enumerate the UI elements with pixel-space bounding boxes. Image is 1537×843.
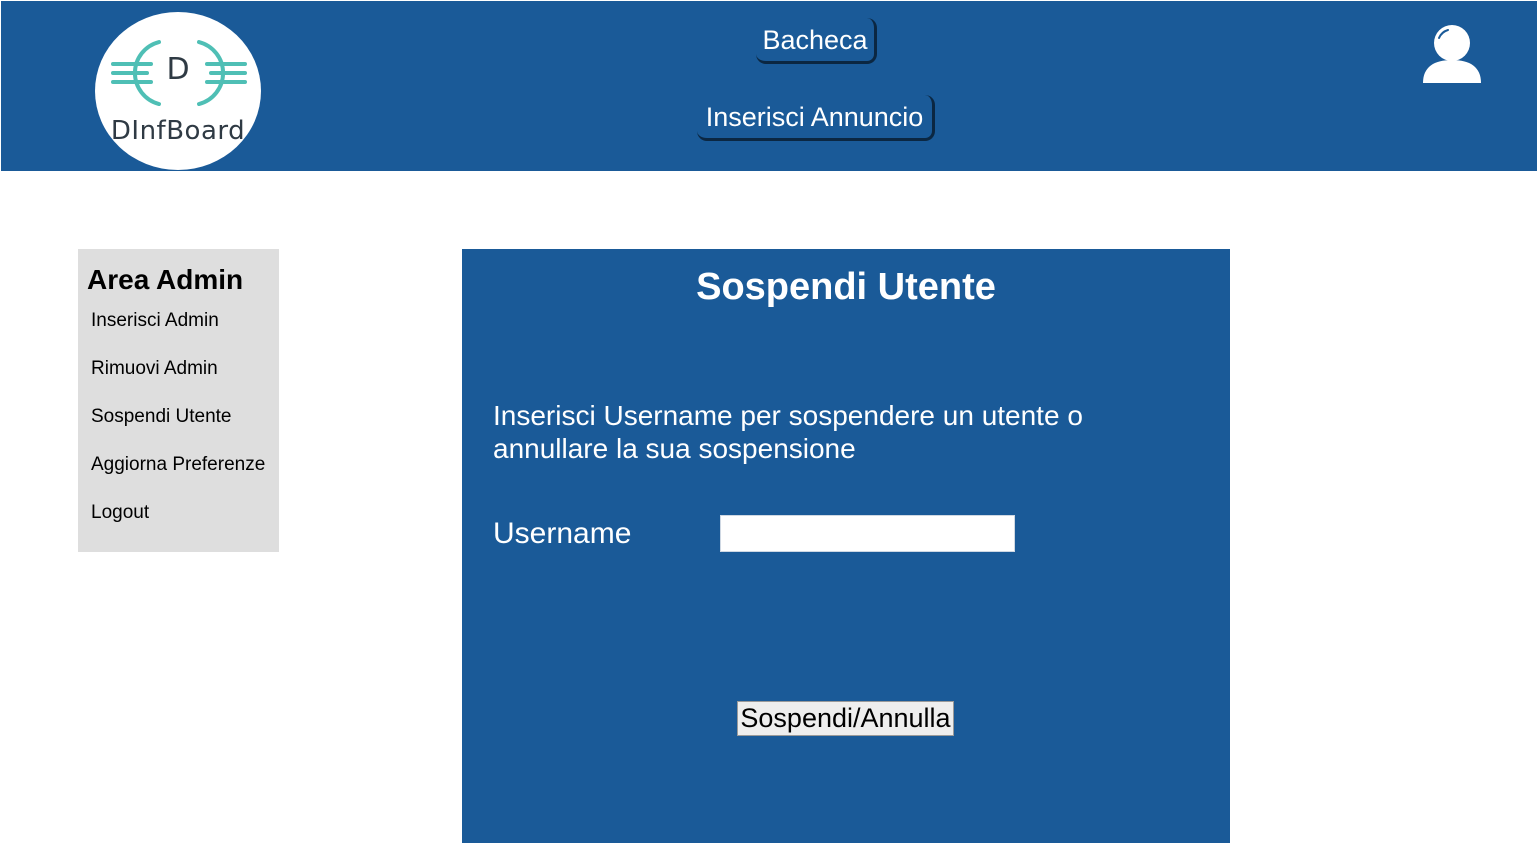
nav-inserisci-annuncio-button[interactable]: Inserisci Annuncio: [697, 95, 935, 141]
username-input[interactable]: [720, 515, 1015, 552]
sidebar-item-rimuovi-admin[interactable]: Rimuovi Admin: [91, 358, 218, 380]
sidebar-item-aggiorna-preferenze[interactable]: Aggiorna Preferenze: [91, 454, 265, 476]
page: D DInfBoard Bacheca Inserisci Annuncio A…: [0, 0, 1537, 843]
nav-bacheca-button[interactable]: Bacheca: [756, 18, 877, 64]
sidebar-item-inserisci-admin[interactable]: Inserisci Admin: [91, 310, 219, 332]
username-label: Username: [493, 517, 632, 550]
panel-title: Sospendi Utente: [696, 266, 996, 308]
logo-emblem-icon: [111, 40, 247, 106]
sidebar-title: Area Admin: [87, 264, 244, 295]
user-profile-icon[interactable]: [1420, 24, 1484, 86]
logo-letter: D: [166, 52, 190, 87]
sidebar-item-sospendi-utente[interactable]: Sospendi Utente: [91, 406, 232, 428]
dinfboard-logo[interactable]: D DInfBoard: [95, 12, 261, 170]
instructions-text: Inserisci Username per sospendere un ute…: [493, 400, 1083, 464]
sospendi-annulla-button[interactable]: Sospendi/Annulla: [737, 701, 954, 736]
sidebar-item-logout[interactable]: Logout: [91, 502, 149, 524]
logo-text: DInfBoard: [110, 116, 246, 146]
